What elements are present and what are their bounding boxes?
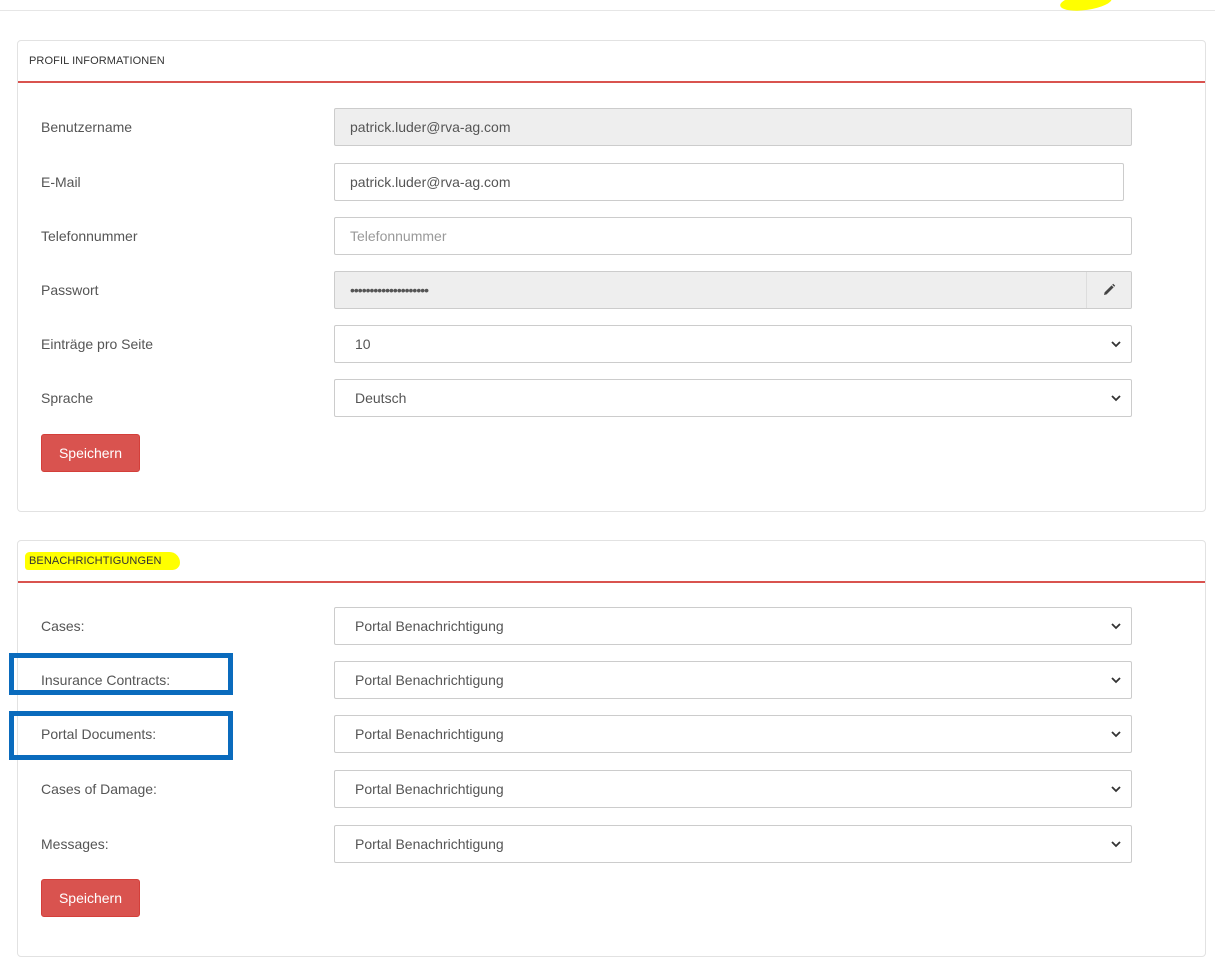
password-mask: •••••••••••••••••••• (350, 282, 429, 298)
password-label: Passwort (41, 282, 99, 298)
notifications-title: BENACHRICHTIGUNGEN (25, 552, 180, 570)
chevron-down-icon (1111, 841, 1121, 848)
pencil-icon (1104, 283, 1116, 295)
entries-label: Einträge pro Seite (41, 336, 154, 352)
chevron-down-icon (1111, 731, 1121, 738)
notify-select-messages[interactable]: Portal Benachrichtigung (334, 825, 1132, 863)
notify-value-messages: Portal Benachrichtigung (355, 836, 504, 852)
top-divider (0, 10, 1215, 11)
language-label: Sprache (41, 390, 94, 406)
notify-select-portal-documents[interactable]: Portal Benachrichtigung (334, 715, 1132, 753)
entries-selected-value: 10 (355, 336, 371, 352)
notify-select-cases[interactable]: Portal Benachrichtigung (334, 607, 1132, 645)
profile-info-title: PROFIL INFORMATIONEN (29, 55, 165, 67)
notify-value-cases: Portal Benachrichtigung (355, 618, 504, 634)
profile-settings-page: PROFIL INFORMATIONEN Benutzername patric… (0, 0, 1215, 960)
notify-label-messages: Messages: (41, 836, 109, 852)
notify-label-cases-of-damage: Cases of Damage: (41, 781, 157, 797)
highlight-mark (1059, 0, 1113, 14)
entries-select[interactable]: 10 (334, 325, 1132, 363)
username-row: Benutzername patrick.luder@rva-ag.com (18, 108, 1205, 146)
email-label: E-Mail (41, 174, 81, 190)
chevron-down-icon (1111, 395, 1121, 402)
notify-select-insurance-contracts[interactable]: Portal Benachrichtigung (334, 661, 1132, 699)
language-select[interactable]: Deutsch (334, 379, 1132, 417)
notify-row-cases-of-damage: Cases of Damage: Portal Benachrichtigung (18, 770, 1205, 808)
entries-row: Einträge pro Seite 10 (18, 325, 1205, 363)
phone-row: Telefonnummer Telefonnummer (18, 217, 1205, 255)
password-field: •••••••••••••••••••• (334, 271, 1132, 309)
profile-info-header: PROFIL INFORMATIONEN (18, 41, 1205, 83)
notify-value-portal-documents: Portal Benachrichtigung (355, 726, 504, 742)
notify-label-cases: Cases: (41, 618, 85, 634)
notify-label-insurance-contracts: Insurance Contracts: (41, 672, 171, 688)
chevron-down-icon (1111, 786, 1121, 793)
notifications-panel: BENACHRICHTIGUNGEN Cases: Portal Benachr… (17, 540, 1206, 957)
profile-save-button[interactable]: Speichern (41, 434, 140, 472)
notify-select-cases-of-damage[interactable]: Portal Benachrichtigung (334, 770, 1132, 808)
language-row: Sprache Deutsch (18, 379, 1205, 417)
language-selected-value: Deutsch (355, 390, 407, 406)
email-row: E-Mail patrick.luder@rva-ag.com (18, 163, 1205, 201)
password-row: Passwort •••••••••••••••••••• (18, 271, 1205, 309)
username-label: Benutzername (41, 119, 133, 135)
chevron-down-icon (1111, 623, 1121, 630)
notify-row-messages: Messages: Portal Benachrichtigung (18, 825, 1205, 863)
notify-row-cases: Cases: Portal Benachrichtigung (18, 607, 1205, 645)
notifications-header: BENACHRICHTIGUNGEN (18, 541, 1205, 583)
password-edit-button[interactable] (1086, 272, 1131, 308)
phone-label: Telefonnummer (41, 228, 138, 244)
notify-row-insurance-contracts: Insurance Contracts: Portal Benachrichti… (18, 661, 1205, 699)
notify-value-insurance-contracts: Portal Benachrichtigung (355, 672, 504, 688)
chevron-down-icon (1111, 341, 1121, 348)
notify-value-cases-of-damage: Portal Benachrichtigung (355, 781, 504, 797)
notifications-save-button[interactable]: Speichern (41, 879, 140, 917)
notify-row-portal-documents: Portal Documents: Portal Benachrichtigun… (18, 715, 1205, 753)
username-field: patrick.luder@rva-ag.com (334, 108, 1132, 146)
profile-info-panel: PROFIL INFORMATIONEN Benutzername patric… (17, 40, 1206, 512)
chevron-down-icon (1111, 677, 1121, 684)
phone-field[interactable]: Telefonnummer (334, 217, 1132, 255)
email-field[interactable]: patrick.luder@rva-ag.com (334, 163, 1124, 201)
notify-label-portal-documents: Portal Documents: (41, 726, 157, 742)
